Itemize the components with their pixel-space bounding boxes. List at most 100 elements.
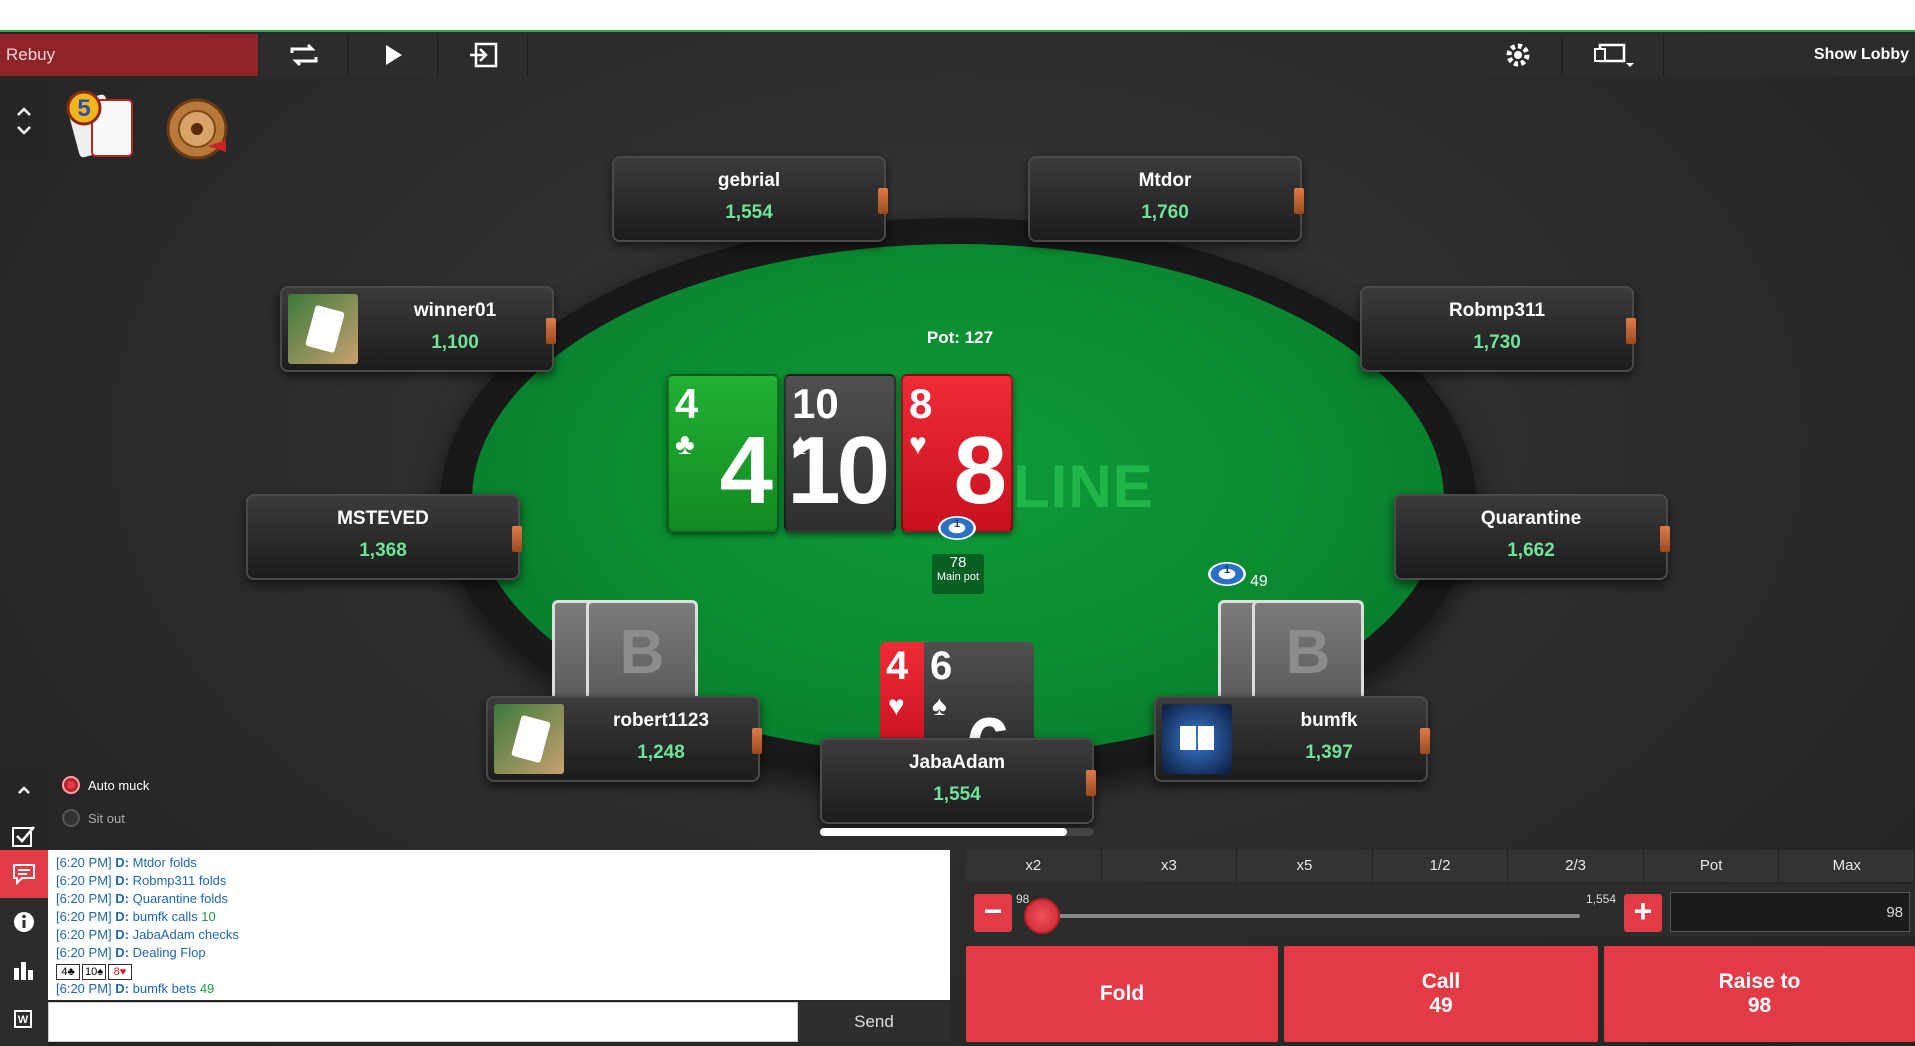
- hero-card: 6 ♠ 6: [924, 642, 1034, 752]
- player-seat-quarantine[interactable]: Quarantine 1,662: [1394, 494, 1670, 580]
- player-stack: 1,554: [933, 784, 981, 805]
- sit-out-radio[interactable]: [62, 809, 80, 827]
- player-stack: 1,368: [359, 540, 407, 561]
- chat-time: [6:20 PM]: [56, 981, 112, 996]
- chat-amount: 10: [201, 909, 216, 924]
- bet-presets: x2 x3 x5 1/2 2/3 Pot Max: [966, 850, 1915, 882]
- player-seat-winner01[interactable]: winner01 1,100: [280, 286, 556, 372]
- player-stack: 1,662: [1507, 540, 1555, 561]
- stats-tab[interactable]: [0, 946, 48, 994]
- bet-slider-track[interactable]: [1040, 914, 1580, 918]
- auto-muck-option[interactable]: Auto muck: [62, 776, 149, 794]
- card-rank: 4: [675, 380, 699, 427]
- seat-marker: [1420, 728, 1430, 754]
- community-card: 8 ♥ 8: [901, 374, 1013, 532]
- player-seat-robmp311[interactable]: Robmp311 1,730: [1360, 286, 1636, 372]
- options-toggle[interactable]: [0, 770, 48, 862]
- decrease-bet-button[interactable]: −: [974, 894, 1012, 932]
- dealer-tag: D:: [115, 945, 129, 960]
- avatar: [1162, 704, 1232, 774]
- dealer-tag: D:: [115, 927, 129, 942]
- chat-input[interactable]: [48, 1002, 798, 1042]
- chat-sidebar: W: [0, 850, 48, 1046]
- roulette-game-icon[interactable]: [164, 96, 230, 162]
- player-name: winner01: [413, 300, 497, 321]
- auto-muck-label: Auto muck: [88, 777, 150, 793]
- chat-line: [6:20 PM] D: bumfk bets 49: [56, 980, 942, 998]
- player-name: JabaAdam: [908, 752, 1006, 773]
- preset-half-pot[interactable]: 1/2: [1372, 850, 1509, 882]
- card-rank: 4: [886, 644, 909, 688]
- main-pot-label: Main pot: [936, 571, 980, 583]
- preset-pot[interactable]: Pot: [1643, 850, 1780, 882]
- fold-button[interactable]: Fold: [966, 946, 1278, 1042]
- svg-text:W: W: [18, 1014, 29, 1026]
- community-card: 4 ♣ 4: [667, 374, 779, 532]
- collapse-toggle[interactable]: [0, 84, 48, 158]
- card-suit: ♣: [675, 428, 695, 461]
- chevron-updown-icon: [17, 107, 31, 135]
- player-seat-jabaadam[interactable]: JabaAdam 1,554: [820, 738, 1096, 824]
- bet-amount-input[interactable]: 98: [1670, 892, 1910, 932]
- player-seat-robert1123[interactable]: robert1123 1,248: [486, 696, 762, 782]
- show-lobby-button[interactable]: Show Lobby: [1665, 34, 1915, 76]
- chat-amount: 49: [199, 981, 215, 996]
- dealer-tag: D:: [115, 891, 129, 906]
- preset-max[interactable]: Max: [1779, 850, 1915, 882]
- chat-time: [6:20 PM]: [56, 855, 112, 870]
- preset-x3[interactable]: x3: [1101, 850, 1238, 882]
- seat-marker: [1660, 526, 1670, 552]
- time-bank-fill: [820, 828, 1067, 836]
- notes-tab[interactable]: W: [0, 994, 48, 1042]
- player-stack: 1,554: [725, 202, 773, 223]
- rematch-button[interactable]: [260, 34, 348, 76]
- card-back-logo: B: [1285, 618, 1331, 687]
- preset-x2[interactable]: x2: [966, 850, 1102, 882]
- info-tab[interactable]: [0, 898, 48, 946]
- chat-text: bumfk calls: [132, 909, 198, 924]
- send-button[interactable]: Send: [798, 1002, 950, 1042]
- chat-text: JabaAdam checks: [132, 927, 239, 942]
- chat-time: [6:20 PM]: [56, 909, 112, 924]
- chat-line: [6:20 PM] D: Mtdor folds: [56, 854, 942, 872]
- player-name: Mtdor: [1138, 170, 1192, 191]
- player-seat-mtdor[interactable]: Mtdor 1,760: [1028, 156, 1304, 242]
- card-back: B: [1252, 600, 1364, 700]
- sit-out-option[interactable]: Sit out: [62, 809, 125, 827]
- pot-total: Pot: 127: [926, 328, 994, 347]
- chat-time: [6:20 PM]: [56, 891, 112, 906]
- bet-slider-thumb[interactable]: [1024, 898, 1060, 934]
- seat-marker: [1294, 188, 1304, 214]
- window-layout-button[interactable]: [1564, 34, 1664, 76]
- settings-button[interactable]: [1474, 34, 1562, 76]
- player-name: gebrial: [717, 170, 781, 191]
- dealer-tag: D:: [115, 981, 129, 996]
- player-seat-msteved[interactable]: MSTEVED 1,368: [246, 494, 522, 580]
- player-stack: 1,760: [1141, 202, 1189, 223]
- preset-two-thirds-pot[interactable]: 2/3: [1508, 850, 1644, 882]
- window-icon: [1593, 43, 1634, 67]
- player-seat-gebrial[interactable]: gebrial 1,554: [612, 156, 888, 242]
- chat-text: Dealing Flop: [132, 945, 206, 960]
- seat-marker: [1626, 318, 1636, 344]
- chat-line: [6:20 PM] D: bumfk calls 10: [56, 908, 942, 926]
- leave-table-button[interactable]: [440, 34, 528, 76]
- chip-denomination: 1: [953, 518, 961, 530]
- auto-muck-radio[interactable]: [62, 776, 80, 794]
- chat-text: Mtdor folds: [132, 855, 197, 870]
- card-rank-large: 10: [787, 417, 890, 524]
- play-button[interactable]: [350, 34, 438, 76]
- chevron-up-icon: [18, 785, 30, 794]
- increase-bet-button[interactable]: +: [1624, 894, 1662, 932]
- table-logo: LINE: [1013, 453, 1154, 520]
- avatar: [288, 294, 358, 364]
- bar-chart-icon: [14, 962, 33, 980]
- poker-game-icon[interactable]: 5: [62, 84, 148, 164]
- raise-button[interactable]: Raise to 98: [1604, 946, 1915, 1042]
- chat-line: [6:20 PM] D: Robmp311 folds: [56, 872, 942, 890]
- rebuy-button[interactable]: Rebuy: [0, 34, 258, 76]
- player-seat-bumfk[interactable]: bumfk 1,397: [1154, 696, 1430, 782]
- preset-x5[interactable]: x5: [1237, 850, 1373, 882]
- call-button[interactable]: Call 49: [1284, 946, 1598, 1042]
- chat-tab[interactable]: [0, 850, 48, 898]
